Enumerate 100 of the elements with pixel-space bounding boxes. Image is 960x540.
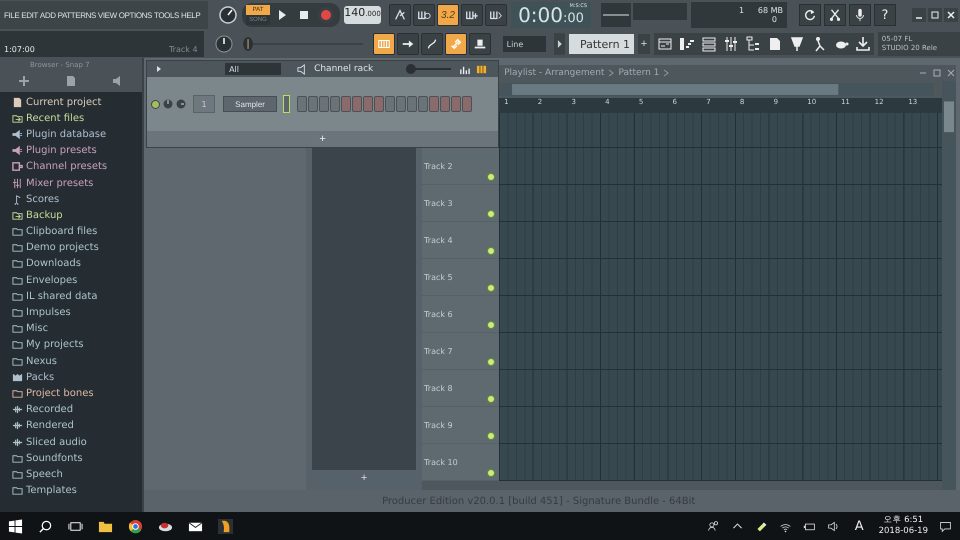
browser-item[interactable]: Misc [12,320,142,337]
hat-button[interactable] [468,33,491,55]
link-button[interactable] [444,33,467,55]
folder-icon [12,452,23,464]
browser-item[interactable]: Speech [12,466,142,482]
track-enable-led[interactable] [487,210,496,218]
download-icon[interactable] [852,33,874,55]
group-filter-dropdown[interactable]: All [225,63,282,75]
browser-item[interactable]: Recorded [12,402,142,418]
metronome-button[interactable] [389,4,411,26]
vertical-scrollbar[interactable] [942,81,956,490]
browser-app-icon[interactable] [128,518,143,534]
channel-button[interactable]: Sampler [223,96,278,112]
play-arrow-icon[interactable] [155,65,164,73]
pattern-selector[interactable]: Pattern 1 [569,34,634,54]
browser-item[interactable]: Rendered [12,418,142,434]
refresh-button[interactable] [799,4,821,26]
keyboard-button[interactable] [372,33,395,55]
browser-item[interactable]: Packs [12,369,142,386]
browser-item[interactable]: Scores [12,191,142,208]
browser-item[interactable]: Sliced audio [12,434,142,450]
playlist-window-icon[interactable] [654,33,676,55]
pattern-menu-icon[interactable] [554,33,566,55]
fl-studio-app-icon[interactable] [218,518,233,534]
track-enable-led[interactable] [487,321,496,329]
scissors-button[interactable] [824,4,846,26]
input-method-indicator[interactable]: A [854,518,864,534]
blend-button[interactable] [485,4,507,26]
browser-item[interactable]: Backup [12,207,142,224]
notification-icon[interactable] [939,520,952,532]
menu-item[interactable]: VIEW [98,10,117,20]
search-icon[interactable] [38,518,53,534]
knob-icon[interactable] [214,34,234,54]
browser-item[interactable]: Nexus [12,353,142,370]
track-header[interactable]: Track 6 [422,296,500,333]
menu-item[interactable]: FILE [4,10,20,20]
channel-select-indicator[interactable] [283,95,290,113]
track-enable-led[interactable] [487,469,496,477]
browser-item[interactable]: Clipboard files [12,224,142,240]
microphone-button[interactable] [849,4,871,26]
swing-slider[interactable] [403,63,454,75]
browser-item[interactable]: Channel presets [12,158,142,175]
track-enable-led[interactable] [487,432,496,440]
pan-knob[interactable] [163,99,174,109]
menu-item[interactable]: PATTERNS [58,10,96,20]
clock[interactable]: 오후 6:51 2018-06-19 [878,515,928,537]
restore-icon[interactable] [928,8,942,22]
loop-button[interactable] [420,33,443,55]
knob-icon[interactable] [218,5,238,25]
browser-item[interactable]: Impulses [12,304,142,321]
step-button[interactable] [461,4,483,26]
track-enable-led[interactable] [487,284,496,292]
recent-icon [12,112,23,124]
people-icon[interactable] [706,520,720,532]
help-button[interactable]: ? [874,4,896,26]
browser-item[interactable]: Recent files [12,110,142,126]
slider-thumb[interactable] [242,37,252,51]
volume-icon[interactable] [826,520,840,532]
start-icon[interactable] [8,518,23,534]
minimize-icon[interactable] [912,8,926,22]
browser-item[interactable]: Templates [12,482,142,499]
channel-led[interactable] [151,100,160,108]
add-channel-button[interactable]: + [315,131,330,147]
menu-item[interactable]: OPTIONS [118,10,152,20]
pill-icon[interactable] [754,520,768,532]
menu-item[interactable]: ADD [40,10,56,20]
browser-item[interactable]: Project bones [12,385,142,402]
browser-item[interactable]: Plugin presets [12,142,142,159]
plus-icon[interactable] [18,75,30,87]
menu-item[interactable]: HELP [180,10,200,20]
arrow-button[interactable] [396,33,419,55]
browser-item[interactable]: Soundfonts [12,450,142,466]
browser-item[interactable]: My projects [12,336,142,353]
horizontal-scrollbar[interactable] [499,83,934,96]
track-enable-led[interactable] [487,358,496,366]
countdown-button[interactable]: 3.2 [437,4,459,26]
browser-item[interactable]: Plugin database [12,126,142,143]
track-enable-led[interactable] [487,247,496,255]
browser-item[interactable]: Envelopes [12,272,142,288]
menu-item[interactable]: TOOLS [154,10,179,20]
menu-item[interactable]: EDIT [21,10,38,20]
add-button[interactable]: + [354,470,374,486]
clock-time: 오후 6:51 [883,515,924,526]
track-lane[interactable] [499,113,942,148]
cpu-memory-panel: 1 68 MB 0 [691,2,787,28]
track-enable-led[interactable] [487,395,496,403]
close-icon[interactable] [944,8,958,22]
add-pattern-button[interactable]: + [638,34,650,54]
step-grid-icon[interactable] [476,64,488,74]
slider-thumb[interactable] [406,64,416,74]
snap-dropdown[interactable]: Line [502,36,546,52]
browser-item[interactable]: Mixer presets [12,174,142,192]
browser-item[interactable]: IL shared data [12,288,142,304]
browser-item[interactable]: Downloads [12,256,142,272]
browser-item[interactable]: Current project [12,94,142,110]
volume-knob[interactable] [176,99,186,109]
track-enable-led[interactable] [487,173,496,181]
wait-button[interactable] [413,4,435,26]
browser-item[interactable]: Demo projects [12,240,142,256]
page-icon[interactable] [65,75,78,87]
